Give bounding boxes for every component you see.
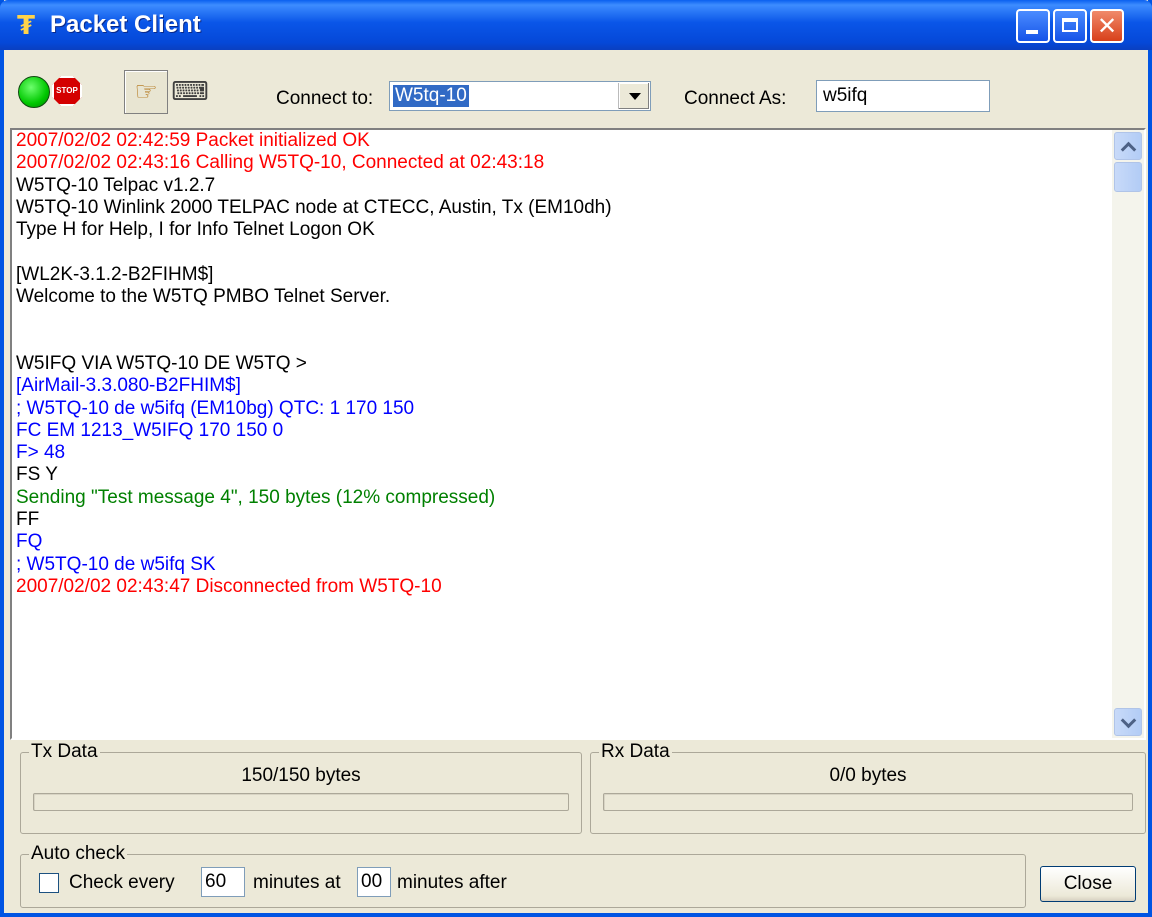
log-line: W5TQ-10 Winlink 2000 TELPAC node at CTEC…	[16, 196, 612, 218]
log-line: 2007/02/02 02:43:16 Calling W5TQ-10, Con…	[16, 152, 545, 174]
rx-bytes: 0/0 bytes	[829, 765, 907, 786]
log-line: W5TQ-10 Telpac v1.2.7	[16, 174, 216, 196]
log-line: Type H for Help, I for Info Telnet Logon…	[16, 219, 375, 241]
log-line: 2007/02/02 02:43:47 Disconnected from W5…	[16, 575, 442, 597]
app-icon: ₮	[16, 11, 36, 41]
tx-progress-bar	[33, 793, 569, 811]
session-log[interactable]: 2007/02/02 02:42:59 Packet initialized O…	[10, 128, 1146, 740]
rx-progress-bar	[603, 793, 1133, 811]
log-line: FF	[16, 509, 40, 531]
log-line: F> 48	[16, 442, 66, 464]
log-line: Welcome to the W5TQ PMBO Telnet Server.	[16, 286, 391, 308]
keyboard-icon[interactable]: ⌨	[170, 72, 210, 112]
minutes-at-input[interactable]: 00	[357, 867, 391, 897]
check-every-input[interactable]: 60	[201, 867, 245, 897]
minutes-after-label: minutes after	[397, 872, 507, 893]
scroll-thumb[interactable]	[1114, 162, 1142, 192]
connect-as-input[interactable]: w5ifq	[816, 80, 990, 112]
connect-to-combo[interactable]: W5tq-10	[389, 81, 651, 111]
log-line: FC EM 1213_W5IFQ 170 150 0	[16, 419, 284, 441]
tx-data-label: Tx Data	[29, 741, 100, 763]
scroll-up-icon[interactable]	[1114, 132, 1142, 160]
rx-data-label: Rx Data	[599, 741, 672, 763]
packet-client-window: ₮ Packet Client STOP ☞ ⌨ Connect to: W5t…	[0, 0, 1152, 917]
tx-data-group: Tx Data 150/150 bytes	[20, 741, 582, 834]
stop-button[interactable]: STOP	[52, 76, 82, 106]
connect-as-label: Connect As:	[684, 88, 787, 109]
hand-pointer-icon[interactable]: ☞	[124, 70, 168, 114]
tx-bytes: 150/150 bytes	[241, 765, 361, 786]
auto-check-group: Auto check Check every 60 minutes at 00 …	[20, 843, 1026, 908]
maximize-button[interactable]	[1053, 9, 1087, 43]
close-window-button[interactable]	[1090, 9, 1124, 43]
title-bar[interactable]: ₮ Packet Client	[0, 0, 1152, 50]
log-line: ; W5TQ-10 de w5ifq SK	[16, 553, 216, 575]
log-line: [AirMail-3.3.080-B2FHIM$]	[16, 375, 241, 397]
minutes-at-label: minutes at	[253, 872, 341, 893]
log-line: FS Y	[16, 464, 58, 486]
log-line: 2007/02/02 02:42:59 Packet initialized O…	[16, 130, 370, 151]
log-line: [WL2K-3.1.2-B2FIHM$]	[16, 263, 214, 285]
log-line: W5IFQ VIA W5TQ-10 DE W5TQ >	[16, 352, 307, 374]
dropdown-arrow-icon[interactable]	[618, 83, 649, 109]
scroll-down-icon[interactable]	[1114, 708, 1142, 736]
log-line: ; W5TQ-10 de w5ifq (EM10bg) QTC: 1 170 1…	[16, 397, 415, 419]
log-text: 2007/02/02 02:42:59 Packet initialized O…	[16, 130, 1116, 598]
window-title: Packet Client	[50, 11, 201, 38]
log-line: Sending "Test message 4", 150 bytes (12%…	[16, 486, 496, 508]
log-line: FQ	[16, 531, 43, 553]
check-every-label: Check every	[69, 872, 175, 893]
toolbar: STOP ☞ ⌨ Connect to: W5tq-10 Connect As:…	[4, 50, 1148, 128]
start-button[interactable]	[18, 76, 50, 108]
auto-check-label: Auto check	[29, 843, 127, 865]
minimize-button[interactable]	[1016, 9, 1050, 43]
connect-to-value[interactable]: W5tq-10	[393, 85, 469, 107]
close-button[interactable]: Close	[1040, 866, 1136, 902]
auto-check-checkbox[interactable]	[39, 873, 59, 893]
vertical-scrollbar[interactable]	[1112, 130, 1144, 738]
rx-data-group: Rx Data 0/0 bytes	[590, 741, 1146, 834]
connect-to-label: Connect to:	[276, 88, 374, 109]
